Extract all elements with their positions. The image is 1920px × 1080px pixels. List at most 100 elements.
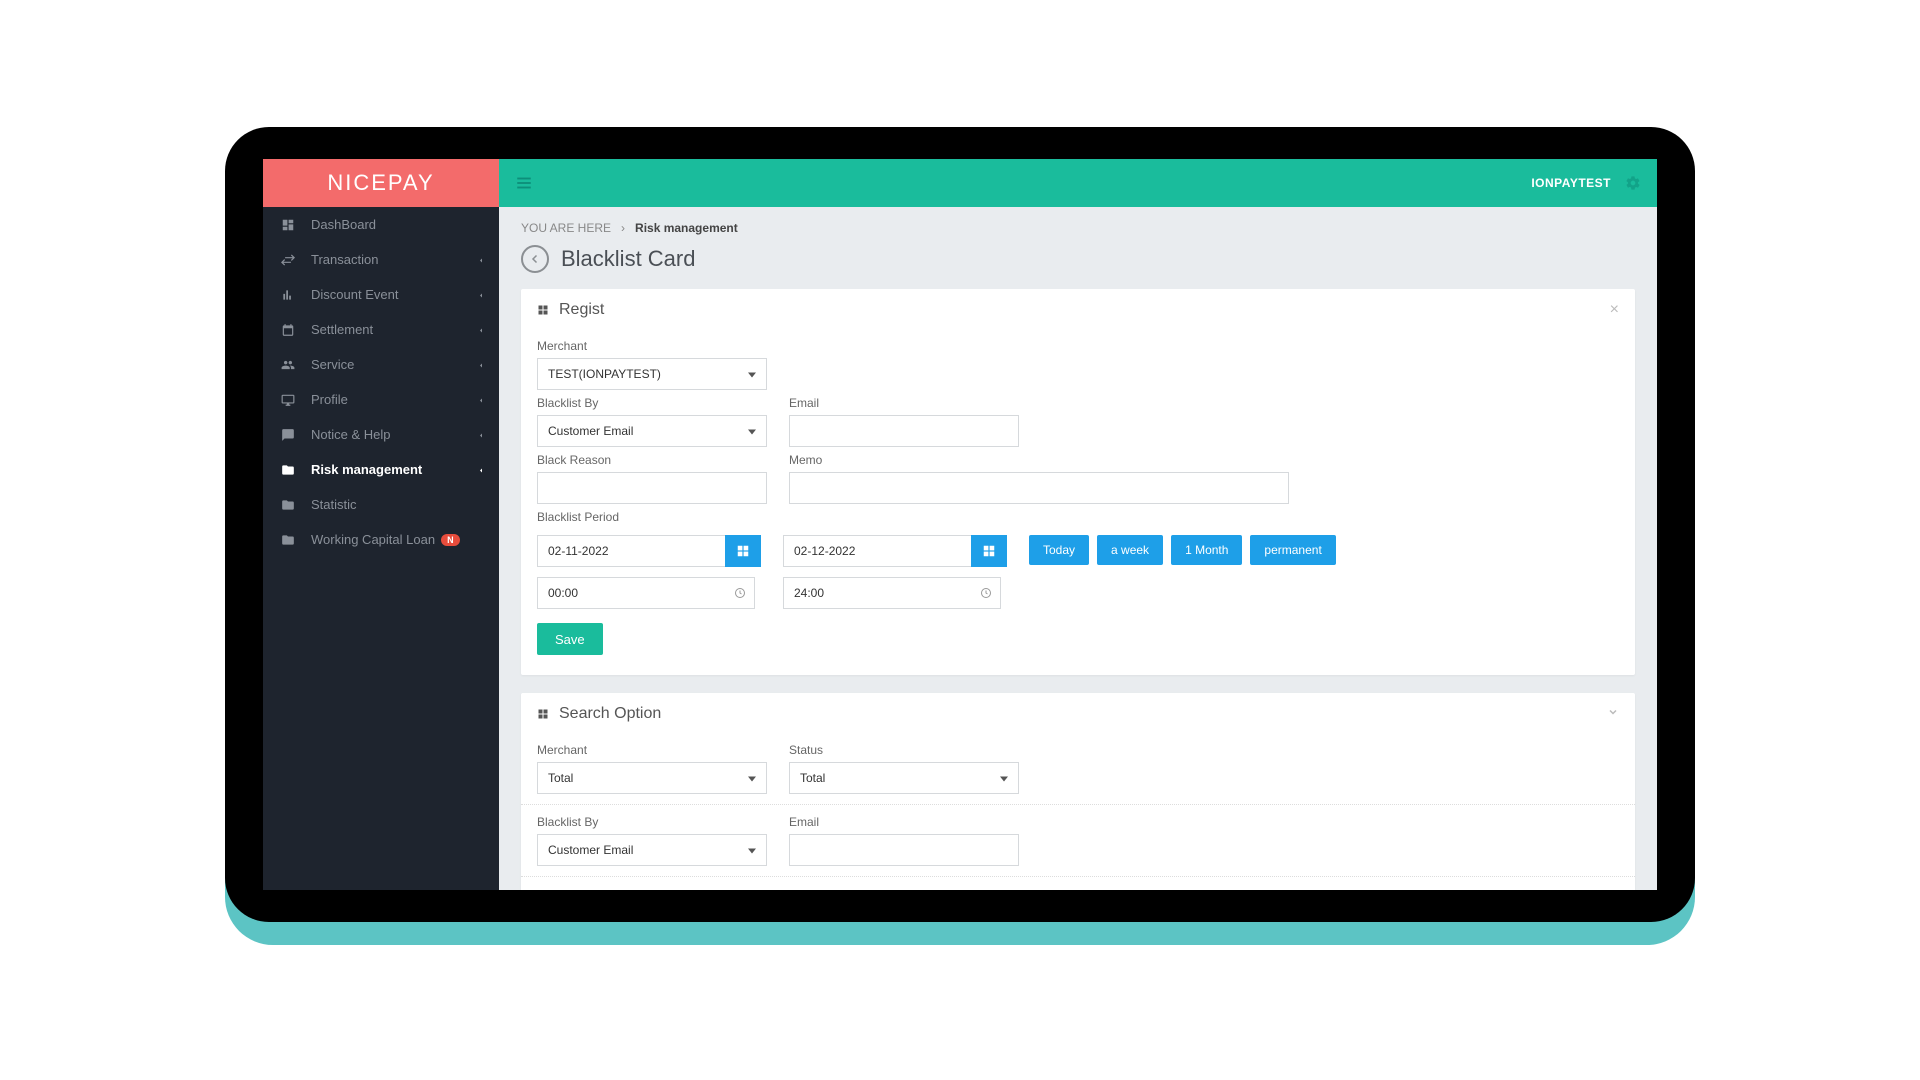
content-area: Regist × Merchant TEST(IONPAYTEST) Black…	[499, 289, 1657, 890]
users-icon	[281, 358, 301, 372]
divider	[521, 876, 1635, 877]
search-status-select[interactable]: Total	[789, 762, 1019, 794]
chevron-left-icon	[477, 287, 485, 302]
search-panel-header: Search Option	[521, 693, 1635, 735]
reason-input[interactable]	[537, 472, 767, 504]
monitor-icon	[281, 393, 301, 407]
back-button[interactable]	[521, 245, 549, 273]
nav-notice-help[interactable]: Notice & Help	[263, 417, 499, 452]
permanent-button[interactable]: permanent	[1250, 535, 1335, 565]
comment-icon	[281, 428, 301, 442]
nav-list: DashBoard Transaction Discount Event Set…	[263, 207, 499, 557]
search-blacklist-by-select[interactable]: Customer Email	[537, 834, 767, 866]
period-label: Blacklist Period	[537, 510, 619, 524]
time-to-input[interactable]: 24:00	[783, 577, 971, 609]
gear-icon[interactable]	[1625, 175, 1641, 191]
email-input[interactable]	[789, 415, 1019, 447]
dashboard-icon	[281, 218, 301, 232]
nav-label: Transaction	[311, 252, 378, 267]
search-merchant-label: Merchant	[537, 743, 767, 757]
tablet-backdrop: NICEPAY DashBoard Transaction Discount E…	[225, 135, 1695, 945]
time-to-group: 24:00	[783, 577, 1007, 609]
breadcrumb-current: Risk management	[635, 221, 738, 235]
save-button[interactable]: Save	[537, 623, 603, 655]
clock-icon[interactable]	[971, 577, 1001, 609]
menu-toggle-icon[interactable]	[515, 174, 533, 192]
nav-risk-management[interactable]: Risk management	[263, 452, 499, 487]
divider	[521, 804, 1635, 805]
close-icon[interactable]: ×	[1610, 301, 1619, 319]
search-email-label: Email	[789, 815, 1019, 829]
reason-label: Black Reason	[537, 453, 767, 467]
tablet-frame: NICEPAY DashBoard Transaction Discount E…	[225, 127, 1695, 922]
search-merchant-select[interactable]: Total	[537, 762, 767, 794]
search-email-input[interactable]	[789, 834, 1019, 866]
chevron-down-icon[interactable]	[1607, 705, 1619, 723]
chevron-left-icon	[477, 322, 485, 337]
search-panel-body: Merchant Total Status Total Blacklist By…	[521, 735, 1635, 890]
blacklist-by-label: Blacklist By	[537, 396, 767, 410]
calendar-button[interactable]	[971, 535, 1007, 567]
folder-icon	[281, 463, 301, 477]
brand-logo: NICEPAY	[263, 159, 499, 207]
topbar-username[interactable]: IONPAYTEST	[1531, 176, 1611, 190]
memo-input[interactable]	[789, 472, 1289, 504]
nav-label: Settlement	[311, 322, 373, 337]
time-from-input[interactable]: 00:00	[537, 577, 725, 609]
blacklist-by-select[interactable]: Customer Email	[537, 415, 767, 447]
search-panel: Search Option Merchant Total Status Tota…	[521, 693, 1635, 890]
clock-icon[interactable]	[725, 577, 755, 609]
nav-label: Profile	[311, 392, 348, 407]
merchant-label: Merchant	[537, 339, 767, 353]
chevron-right-icon: ›	[621, 221, 625, 235]
time-from-group: 00:00	[537, 577, 761, 609]
panel-title: Regist	[559, 301, 604, 319]
date-from-input[interactable]: 02-11-2022	[537, 535, 725, 567]
nav-label: Working Capital Loan	[311, 532, 435, 547]
calendar-button[interactable]	[725, 535, 761, 567]
exchange-icon	[281, 253, 301, 267]
nav-label: Service	[311, 357, 354, 372]
main-area: IONPAYTEST YOU ARE HERE › Risk managemen…	[499, 159, 1657, 890]
nav-profile[interactable]: Profile	[263, 382, 499, 417]
nav-label: DashBoard	[311, 217, 376, 232]
merchant-select[interactable]: TEST(IONPAYTEST)	[537, 358, 767, 390]
date-to-group: 02-12-2022	[783, 535, 1007, 567]
breadcrumb-root: YOU ARE HERE	[521, 221, 611, 235]
week-button[interactable]: a week	[1097, 535, 1163, 565]
regist-panel-body: Merchant TEST(IONPAYTEST) Blacklist By C…	[521, 331, 1635, 675]
calendar-icon	[281, 323, 301, 337]
nav-label: Discount Event	[311, 287, 398, 302]
topbar: IONPAYTEST	[499, 159, 1657, 207]
folder-icon	[281, 498, 301, 512]
breadcrumb-wrap: YOU ARE HERE › Risk management	[499, 207, 1657, 239]
app-screen: NICEPAY DashBoard Transaction Discount E…	[263, 159, 1657, 890]
chevron-left-icon	[477, 427, 485, 442]
nav-statistic[interactable]: Statistic	[263, 487, 499, 522]
date-from-group: 02-11-2022	[537, 535, 761, 567]
chevron-left-icon	[477, 462, 485, 477]
today-button[interactable]: Today	[1029, 535, 1089, 565]
folder-icon	[281, 533, 301, 547]
nav-working-capital-loan[interactable]: Working Capital Loan N	[263, 522, 499, 557]
month-button[interactable]: 1 Month	[1171, 535, 1242, 565]
chevron-left-icon	[477, 357, 485, 372]
nav-label: Statistic	[311, 497, 357, 512]
nav-transaction[interactable]: Transaction	[263, 242, 499, 277]
chevron-left-icon	[477, 252, 485, 267]
grid-icon	[537, 304, 549, 316]
chevron-left-icon	[477, 392, 485, 407]
nav-service[interactable]: Service	[263, 347, 499, 382]
panel-title: Search Option	[559, 705, 661, 723]
sidebar: NICEPAY DashBoard Transaction Discount E…	[263, 159, 499, 890]
memo-label: Memo	[789, 453, 1289, 467]
nav-discount-event[interactable]: Discount Event	[263, 277, 499, 312]
nav-settlement[interactable]: Settlement	[263, 312, 499, 347]
nav-dashboard[interactable]: DashBoard	[263, 207, 499, 242]
chart-icon	[281, 288, 301, 302]
new-badge: N	[441, 534, 460, 546]
email-label: Email	[789, 396, 1019, 410]
regist-panel: Regist × Merchant TEST(IONPAYTEST) Black…	[521, 289, 1635, 675]
grid-icon	[537, 708, 549, 720]
date-to-input[interactable]: 02-12-2022	[783, 535, 971, 567]
